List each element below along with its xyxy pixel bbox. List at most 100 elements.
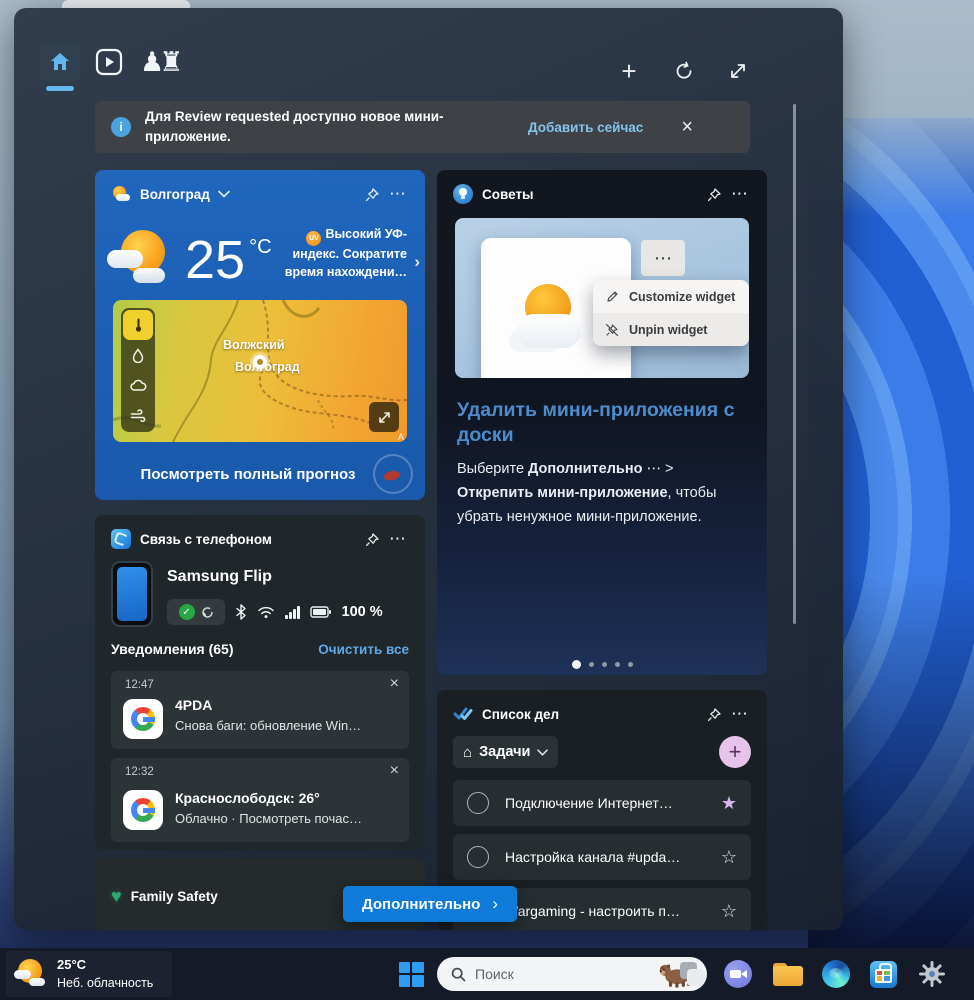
widget-more-button[interactable]: ⋯ [385,183,411,205]
tips-body-t1: Выберите [457,461,528,477]
expand-button[interactable] [722,55,754,87]
task-list-dropdown[interactable]: ⌂ Задачи [453,736,558,768]
settings-button[interactable] [912,954,952,994]
phone-link-widget[interactable]: Связь с телефоном ⋯ Samsung Flip ✓ [95,515,425,850]
phone-link-title: Связь с телефоном [140,532,272,547]
notification-time: 12:47 [125,679,154,691]
pager-dot-2[interactable] [589,662,594,667]
pager-dot-5[interactable] [628,662,633,667]
expand-icon [728,61,748,81]
plus-icon: + [621,56,636,87]
wind-layer-button[interactable] [123,400,153,430]
unpin-widget-label: Unpin widget [629,323,707,337]
connected-check-icon: ✓ [179,604,195,620]
star-outline-icon[interactable]: ☆ [721,847,737,868]
full-forecast-link[interactable]: Посмотреть полный прогноз [95,466,375,483]
map-expand-button[interactable] [369,402,399,432]
tips-body-b2: Открепить мини-приложение [457,485,668,501]
teams-chat-icon [724,960,752,988]
taskbar-search[interactable] [437,957,707,991]
tab-games[interactable]: ♟♜ [140,42,178,82]
tab-entertainment[interactable] [95,48,123,76]
notification-close-button[interactable]: × [390,675,399,693]
notification-title: 4PDA [175,697,212,713]
task-checkbox[interactable] [467,792,489,814]
pager-dot-4[interactable] [615,662,620,667]
pin-icon [707,707,722,722]
microsoft-store-button[interactable] [863,954,903,994]
taskbar-weather-temp: 25°C [57,956,153,975]
task-row[interactable]: Настройка канала #upda… ☆ [453,834,751,880]
teams-chat-button[interactable] [718,954,758,994]
uv-alert[interactable]: UVВысокий УФ-индекс. Сократите время нах… [279,226,407,281]
pager-dot-1[interactable] [572,660,581,669]
weather-location[interactable]: Волгоград [140,187,210,202]
task-label: Wargaming - настроить п… [505,903,680,919]
panel-scrollbar[interactable] [793,104,796,624]
notification-title: Краснослободск: 26° [175,790,320,806]
info-icon: i [111,117,131,137]
tab-home[interactable] [40,42,80,82]
more-button-label: Дополнительно [362,896,480,913]
weather-widget[interactable]: Волгоград ⋯ 25 °C UVВысокий УФ- [95,170,425,500]
add-widget-button[interactable]: + [613,55,645,87]
banner-text-pre: Для [145,109,175,124]
pin-widget-button[interactable] [359,528,385,550]
info-glyph: i [119,120,122,134]
uv-icon: UV [306,231,321,246]
forecast-avatar[interactable] [375,456,411,492]
tips-body: Выберите Дополнительно ⋯ > Открепить мин… [457,458,751,530]
task-checkbox[interactable] [467,846,489,868]
add-now-link[interactable]: Добавить сейчас [528,120,643,135]
map-expand-icon [377,410,392,425]
clouds-layer-button[interactable] [123,370,153,400]
edge-browser-button[interactable] [816,954,856,994]
clear-all-link[interactable]: Очистить все [318,642,409,657]
pencil-icon [603,290,621,303]
gear-icon [918,960,946,988]
notification-close-button[interactable]: × [390,762,399,780]
edge-icon [822,960,850,988]
chevron-right-icon: › [492,894,498,914]
pin-icon [365,187,380,202]
pager-dot-3[interactable] [602,662,607,667]
map-layer-toolbar [121,308,155,432]
banner-text-bold: Review requested [175,109,290,124]
phone-screen [117,567,147,621]
pin-widget-button[interactable] [359,183,385,205]
todo-title: Список дел [482,707,559,722]
start-button[interactable] [393,956,429,992]
widget-more-button[interactable]: ⋯ [385,528,411,550]
windows-logo-icon [399,962,424,987]
widget-more-button[interactable]: ⋯ [727,183,753,205]
battery-percent: 100 % [342,604,383,620]
task-row[interactable]: Подключение Интернет… ★ [453,780,751,826]
banner-close-button[interactable]: × [681,116,693,139]
refresh-button[interactable] [668,55,700,87]
refresh-icon [674,61,694,81]
notification-card[interactable]: 12:32 × Краснослободск: 26° Облачно · По… [111,758,409,842]
search-input[interactable] [475,966,615,982]
temperature-layer-button[interactable] [123,310,153,340]
home-list-icon: ⌂ [463,744,472,761]
weather-map[interactable]: Волжский Волгоград [113,300,407,442]
star-filled-icon[interactable]: ★ [721,793,737,814]
pin-widget-button[interactable] [701,183,727,205]
chevron-down-icon[interactable] [218,190,230,198]
widget-more-button[interactable]: ⋯ [727,703,753,725]
taskbar-weather-chip[interactable]: 25°C Неб. облачность [6,951,172,997]
file-explorer-button[interactable] [768,954,808,994]
folder-icon [773,963,803,986]
tips-widget[interactable]: Советы ⋯ ⋯ Customize wi [437,170,767,675]
star-outline-icon[interactable]: ☆ [721,901,737,922]
google-icon [123,790,163,830]
more-button[interactable]: Дополнительно › [343,886,517,922]
add-task-button[interactable]: + [719,736,751,768]
precipitation-layer-button[interactable] [123,340,153,370]
store-icon [870,961,897,988]
wind-icon [130,409,147,422]
pin-widget-button[interactable] [701,703,727,725]
notification-card[interactable]: 12:47 × 4PDA Снова баги: обновление Win… [111,671,409,749]
tips-pager [437,660,767,669]
task-view-button[interactable] [672,954,712,994]
